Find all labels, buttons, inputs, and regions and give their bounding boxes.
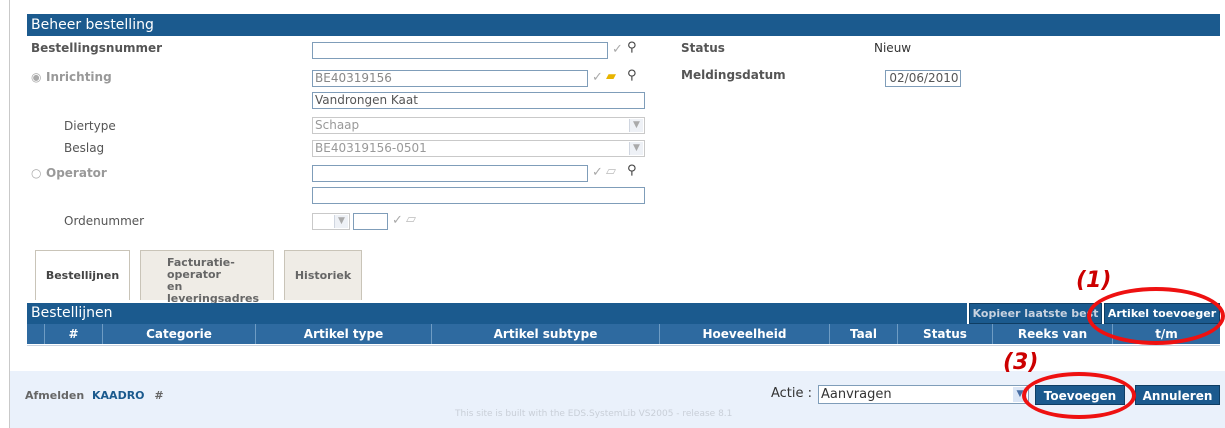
magnifier-icon[interactable]: ⚲ [627,68,637,83]
inrichting-name-field: Vandrongen Kaat [312,92,645,109]
folder-icon[interactable]: ▱ [606,164,616,179]
left-border-line [9,0,10,428]
ordenummer-input[interactable] [353,213,388,230]
grid-column-artikel-subtype[interactable]: Artikel subtype [431,324,659,344]
inrichting-input[interactable]: BE40319156 [312,70,588,87]
username-label: KAADRO [92,389,145,402]
operator-radio-icon[interactable]: ○ [31,166,41,180]
diertype-label: Diertype [64,119,116,133]
dropdown-arrow-icon[interactable]: ▼ [334,215,348,228]
grid-column-number[interactable]: # [44,324,102,344]
grid-column-blank [27,324,44,344]
action-select[interactable]: Aanvragen ▼ [818,385,1029,404]
beslag-label: Beslag [64,141,105,155]
meldingsdatum-field: 02/06/2010 [885,70,961,87]
copy-last-order-button[interactable]: Kopieer laatste best [969,303,1102,324]
folder-icon[interactable]: ▰ [606,69,616,84]
annotation-circle-1 [1087,287,1225,345]
built-with-text: This site is built with the EDS.SystemLi… [455,409,733,419]
tab-facturatie[interactable]: Facturatie- operator en leveringsadres [140,250,274,305]
annotation-label-1: (1) [1076,268,1112,293]
annotation-circle-3 [1022,372,1136,419]
hash-link[interactable]: # [154,389,163,402]
tab-historiek[interactable]: Historiek [284,250,362,300]
status-label: Status [681,41,725,55]
tab-bestellijnen[interactable]: Bestellijnen [35,250,130,300]
beslag-value: BE40319156-0501 [315,141,427,155]
tab-bestellijnen-label: Bestellijnen [45,269,120,282]
panel-title: Beheer bestelling [27,14,1220,36]
footer-user-info: Afmelden KAADRO # [25,389,164,402]
inrichting-radio-icon[interactable]: ◉ [31,70,41,84]
magnifier-icon[interactable]: ⚲ [627,163,637,178]
magnifier-icon[interactable]: ⚲ [627,40,637,55]
check-icon[interactable]: ✓ [392,213,403,228]
status-value: Nieuw [874,41,912,55]
meldingsdatum-label: Meldingsdatum [681,68,786,82]
action-select-value: Aanvragen [821,387,892,402]
ordenummer-label: Ordenummer [64,214,145,228]
grid-column-status[interactable]: Status [897,324,992,344]
inrichting-label: Inrichting [46,70,112,84]
grid-column-categorie[interactable]: Categorie [102,324,255,344]
folder-icon[interactable]: ▱ [406,212,416,227]
grid-title: Bestellijnen [27,303,967,324]
tab-facturatie-line2: operator [167,268,221,281]
operator-input[interactable] [312,165,588,182]
diertype-value: Schaap [315,118,360,132]
logout-link[interactable]: Afmelden [25,389,84,402]
action-label: Actie : [771,386,813,401]
operator-label: Operator [46,166,107,180]
check-icon[interactable]: ✓ [612,42,623,57]
beslag-select[interactable]: BE40319156-0501 ▼ [312,140,645,157]
tab-facturatie-line3: en leveringsadres [167,280,260,305]
annotation-label-3: (3) [1003,350,1039,375]
grid-column-header: # Categorie Artikel type Artikel subtype… [27,324,1220,344]
grid-column-hoeveelheid[interactable]: Hoeveelheid [659,324,829,344]
ordenummer-select[interactable]: ▼ [312,213,350,230]
bestellingsnummer-input[interactable] [312,42,608,59]
annuleren-button[interactable]: Annuleren [1135,385,1220,405]
grid-column-artikel-type[interactable]: Artikel type [255,324,431,344]
grid-bottom-line [27,345,1220,346]
grid-column-taal[interactable]: Taal [829,324,897,344]
tab-historiek-label: Historiek [294,269,352,282]
check-icon[interactable]: ✓ [592,165,603,180]
diertype-select[interactable]: Schaap ▼ [312,117,645,134]
check-icon[interactable]: ✓ [592,70,603,85]
operator-name-field [312,187,645,204]
dropdown-arrow-icon[interactable]: ▼ [629,142,643,155]
dropdown-arrow-icon[interactable]: ▼ [629,119,643,132]
bestellingsnummer-label: Bestellingsnummer [31,41,163,55]
